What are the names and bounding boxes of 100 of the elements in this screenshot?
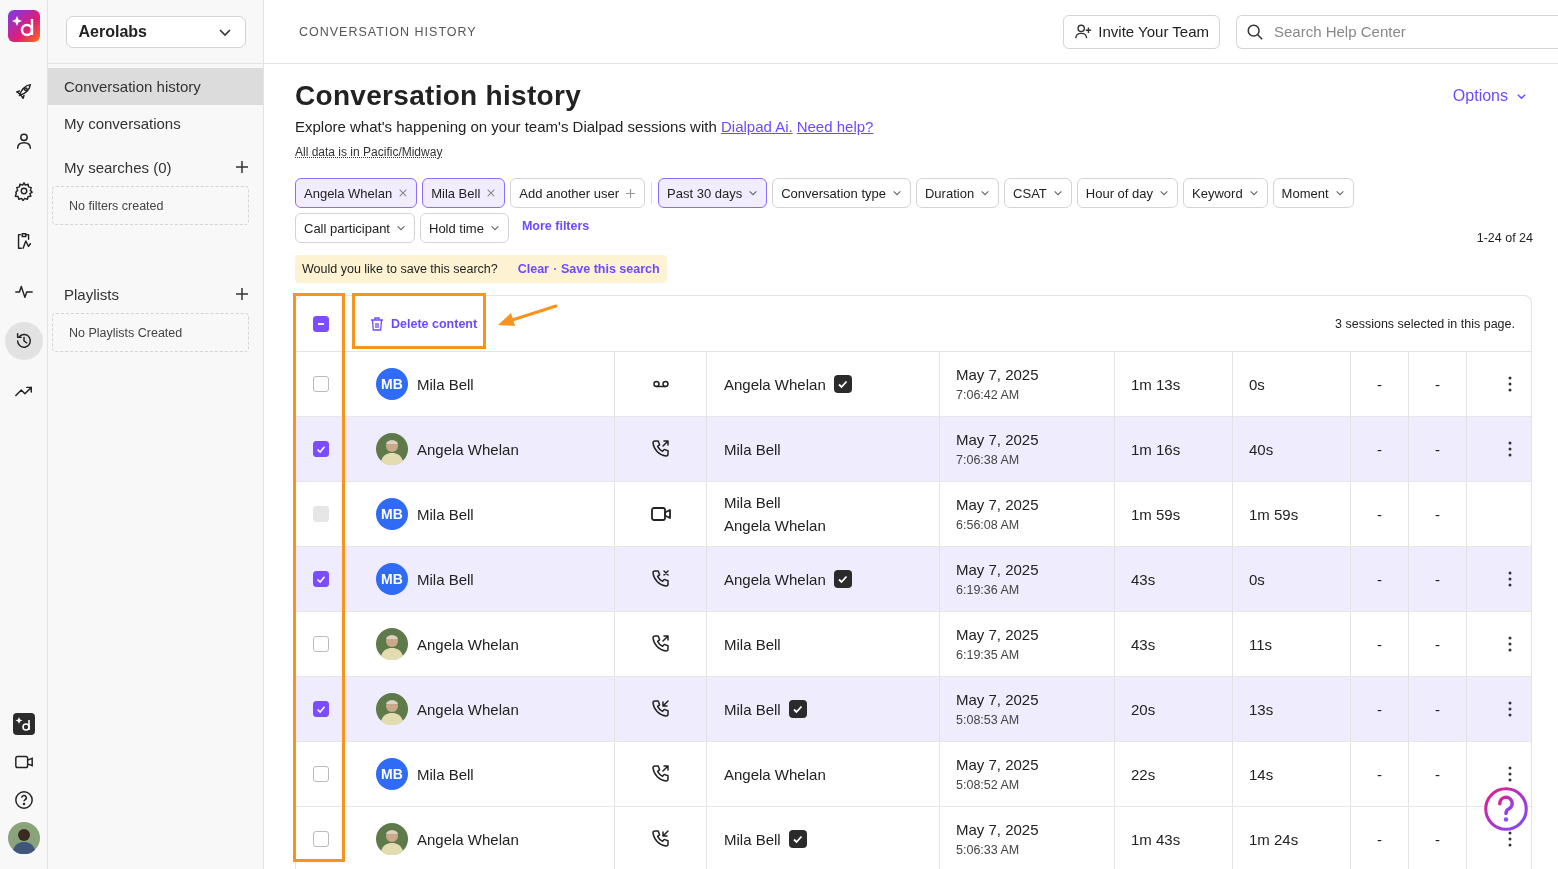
- banner-link[interactable]: Clear: [517, 262, 549, 276]
- outgoing-call-icon: [649, 763, 672, 785]
- selection-summary: 3 sessions selected in this page.: [1335, 316, 1515, 331]
- time: 7:06:42 AM: [956, 388, 1020, 402]
- app-logo[interactable]: [7, 10, 40, 42]
- table-cell: -: [1377, 830, 1382, 848]
- link[interactable]: Need help?: [796, 118, 874, 135]
- time: 6:56:08 AM: [956, 518, 1020, 532]
- contact-name: Mila Bell: [724, 494, 781, 511]
- duration: 1m 43s: [1131, 830, 1181, 848]
- table-cell: -: [1435, 440, 1440, 458]
- duration: 11s: [1249, 635, 1273, 653]
- duration: 1m 24s: [1249, 830, 1299, 848]
- row-checkbox[interactable]: [313, 571, 329, 587]
- duration: 1m 16s: [1131, 440, 1181, 458]
- user-avatar: [376, 823, 408, 855]
- options-dropdown[interactable]: Options: [1446, 86, 1533, 106]
- add-icon[interactable]: [235, 160, 249, 174]
- more-menu-icon[interactable]: [1507, 831, 1512, 847]
- table-cell: -: [1377, 505, 1382, 523]
- more-menu-icon[interactable]: [1507, 441, 1512, 457]
- banner-link[interactable]: Save this search: [561, 262, 660, 276]
- missed-call-icon: [649, 568, 672, 590]
- row-checkbox[interactable]: [313, 376, 329, 392]
- user-name: Mila Bell: [417, 765, 474, 783]
- row-checkbox[interactable]: [313, 831, 329, 847]
- page-title: Conversation history: [295, 80, 582, 112]
- filter-dropdown[interactable]: Call participant: [295, 213, 415, 243]
- time: 7:06:38 AM: [956, 453, 1020, 467]
- filter-dropdown[interactable]: Conversation type: [772, 178, 911, 208]
- date: May 7, 2025: [956, 366, 1039, 383]
- table-cell: -: [1377, 700, 1382, 718]
- more-menu-icon[interactable]: [1507, 766, 1512, 782]
- row-checkbox[interactable]: [313, 441, 329, 457]
- sidebar-item[interactable]: Conversation history: [48, 68, 263, 105]
- chevron-down-icon: [1052, 188, 1063, 198]
- date: May 7, 2025: [956, 626, 1039, 643]
- chevron-down-icon: [1159, 188, 1170, 198]
- time: 5:08:52 AM: [956, 778, 1020, 792]
- history-icon[interactable]: [4, 322, 43, 360]
- filter-dropdown[interactable]: CSAT: [1004, 178, 1072, 208]
- filter-dropdown[interactable]: Duration: [915, 178, 1000, 208]
- table-cell: -: [1435, 830, 1440, 848]
- table-cell: -: [1377, 570, 1382, 588]
- table-cell: -: [1435, 570, 1440, 588]
- row-checkbox[interactable]: [313, 766, 329, 782]
- sidebar-item[interactable]: My conversations: [48, 105, 263, 142]
- more-menu-icon[interactable]: [1507, 376, 1512, 392]
- user-filter-chip[interactable]: Mila Bell: [422, 178, 506, 208]
- date: May 7, 2025: [956, 561, 1039, 578]
- date: May 7, 2025: [956, 431, 1039, 448]
- filter-dropdown[interactable]: Past 30 days: [658, 178, 768, 208]
- duration: 22s: [1131, 765, 1156, 783]
- remove-icon[interactable]: [486, 188, 497, 198]
- duration: 1m 13s: [1131, 375, 1181, 393]
- contact-name: Angela Whelan: [724, 517, 826, 534]
- more-menu-icon[interactable]: [1507, 571, 1512, 587]
- timezone-note: All data is in Pacific/Midway: [295, 145, 443, 159]
- remove-icon[interactable]: [398, 188, 409, 198]
- more-filters-link[interactable]: More filters: [521, 219, 590, 233]
- user-avatar: [376, 628, 408, 660]
- table-cell: -: [1377, 635, 1382, 653]
- user-name: Angela Whelan: [417, 635, 519, 653]
- chevron-down-icon: [396, 223, 406, 233]
- row-checkbox[interactable]: [313, 636, 329, 652]
- more-menu-icon[interactable]: [1507, 636, 1512, 652]
- chevron-down-icon: [891, 188, 902, 198]
- row-checkbox[interactable]: [313, 701, 329, 717]
- annotation-arrow: [496, 303, 558, 329]
- search-field[interactable]: Search Help Center: [1236, 14, 1558, 49]
- filter-dropdown[interactable]: Moment: [1272, 178, 1354, 208]
- filter-dropdown[interactable]: Hour of day: [1076, 178, 1179, 208]
- contact-name: Mila Bell: [724, 635, 781, 653]
- filter-dropdown[interactable]: Keyword: [1183, 178, 1268, 208]
- delete-content-button[interactable]: Delete content: [363, 314, 484, 333]
- chevron-down-icon: [980, 188, 991, 198]
- banner-text: Would you like to save this search?: [302, 262, 498, 276]
- add-user-button[interactable]: Add another user: [510, 178, 646, 208]
- user-name: Angela Whelan: [417, 830, 519, 848]
- contact-name: Mila Bell: [724, 440, 781, 458]
- user-name: Mila Bell: [417, 505, 474, 523]
- user-name: Angela Whelan: [417, 700, 519, 718]
- table-cell: -: [1435, 375, 1440, 393]
- empty-state: No Playlists Created: [52, 313, 249, 352]
- filter-dropdown[interactable]: Hold time: [420, 213, 509, 243]
- add-icon[interactable]: [235, 287, 249, 301]
- organization-dropdown[interactable]: Aerolabs: [65, 15, 246, 48]
- select-all-checkbox[interactable]: [313, 315, 329, 332]
- invite-button[interactable]: Invite Your Team: [1063, 14, 1220, 49]
- duration: 43s: [1131, 635, 1156, 653]
- table-cell: -: [1377, 440, 1382, 458]
- more-menu-icon[interactable]: [1507, 701, 1512, 717]
- date: May 7, 2025: [956, 496, 1039, 513]
- user-avatar: MB: [376, 563, 408, 595]
- help-button[interactable]: [1484, 787, 1528, 831]
- table-cell: -: [1377, 375, 1382, 393]
- section-title: Playlists: [64, 285, 119, 303]
- user-filter-chip[interactable]: Angela Whelan: [295, 178, 418, 208]
- duration: 40s: [1249, 440, 1274, 458]
- link[interactable]: Dialpad Ai.: [720, 118, 793, 135]
